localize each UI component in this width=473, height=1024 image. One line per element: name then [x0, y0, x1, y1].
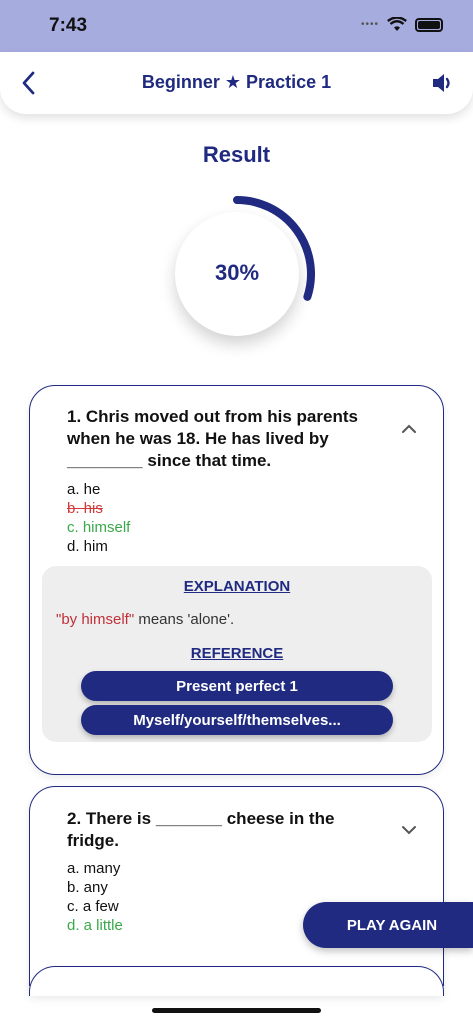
option-d: d. him — [67, 538, 108, 555]
signal-icon: •••• — [360, 19, 379, 30]
option-c: c. himself — [67, 519, 131, 536]
result-title: Result — [202, 142, 271, 167]
explanation-highlight: "by himself" — [56, 611, 135, 628]
question-card-1: 1. Chris moved out from his parents when… — [29, 385, 444, 775]
options-list: a. he b. his c. himself d. him — [67, 480, 130, 556]
option-b: b. any — [67, 879, 108, 896]
expand-button[interactable] — [399, 820, 419, 840]
option-d: d. a little — [67, 917, 123, 934]
question-card-2: 2. There is _______ cheese in the fridge… — [29, 786, 444, 986]
home-indicator — [152, 1008, 321, 1013]
option-a: a. he — [67, 481, 101, 498]
reference-button-2[interactable]: Myself/yourself/themselves... — [81, 705, 393, 735]
option-b: b. his — [67, 500, 103, 517]
collapse-button[interactable] — [399, 419, 419, 439]
status-time: 7:43 — [49, 15, 88, 36]
play-again-button[interactable]: PLAY AGAIN — [303, 902, 473, 948]
question-text: 1. Chris moved out from his parents when… — [67, 407, 358, 470]
speaker-icon — [433, 74, 450, 92]
nav-header: Beginner ★ Practice 1 — [0, 52, 473, 114]
question-text: 2. There is _______ cheese in the fridge… — [67, 809, 335, 850]
question-card-3 — [29, 966, 444, 996]
explanation-body: means 'alone'. — [134, 611, 235, 628]
sound-button[interactable] — [427, 68, 459, 98]
battery-icon — [415, 17, 443, 32]
page-title: Beginner ★ Practice 1 — [141, 72, 332, 92]
status-icons: •••• — [361, 17, 443, 32]
wifi-icon — [387, 17, 407, 31]
score-percent: 30% — [214, 260, 260, 285]
explanation-heading: EXPLANATION — [183, 578, 291, 595]
score-gauge: 30% — [159, 196, 315, 352]
explanation-text: "by himself" means 'alone'. — [56, 611, 234, 628]
chevron-down-icon — [402, 826, 416, 835]
chevron-up-icon — [402, 424, 416, 433]
reference-heading: REFERENCE — [190, 645, 284, 662]
explanation-box: EXPLANATION "by himself" means 'alone'. … — [42, 566, 432, 742]
reference-button-1[interactable]: Present perfect 1 — [81, 671, 393, 701]
options-list: a. many b. any c. a few d. a little — [67, 859, 123, 935]
option-a: a. many — [67, 860, 121, 877]
status-bar: 7:43 •••• — [0, 0, 473, 52]
option-c: c. a few — [67, 898, 119, 915]
